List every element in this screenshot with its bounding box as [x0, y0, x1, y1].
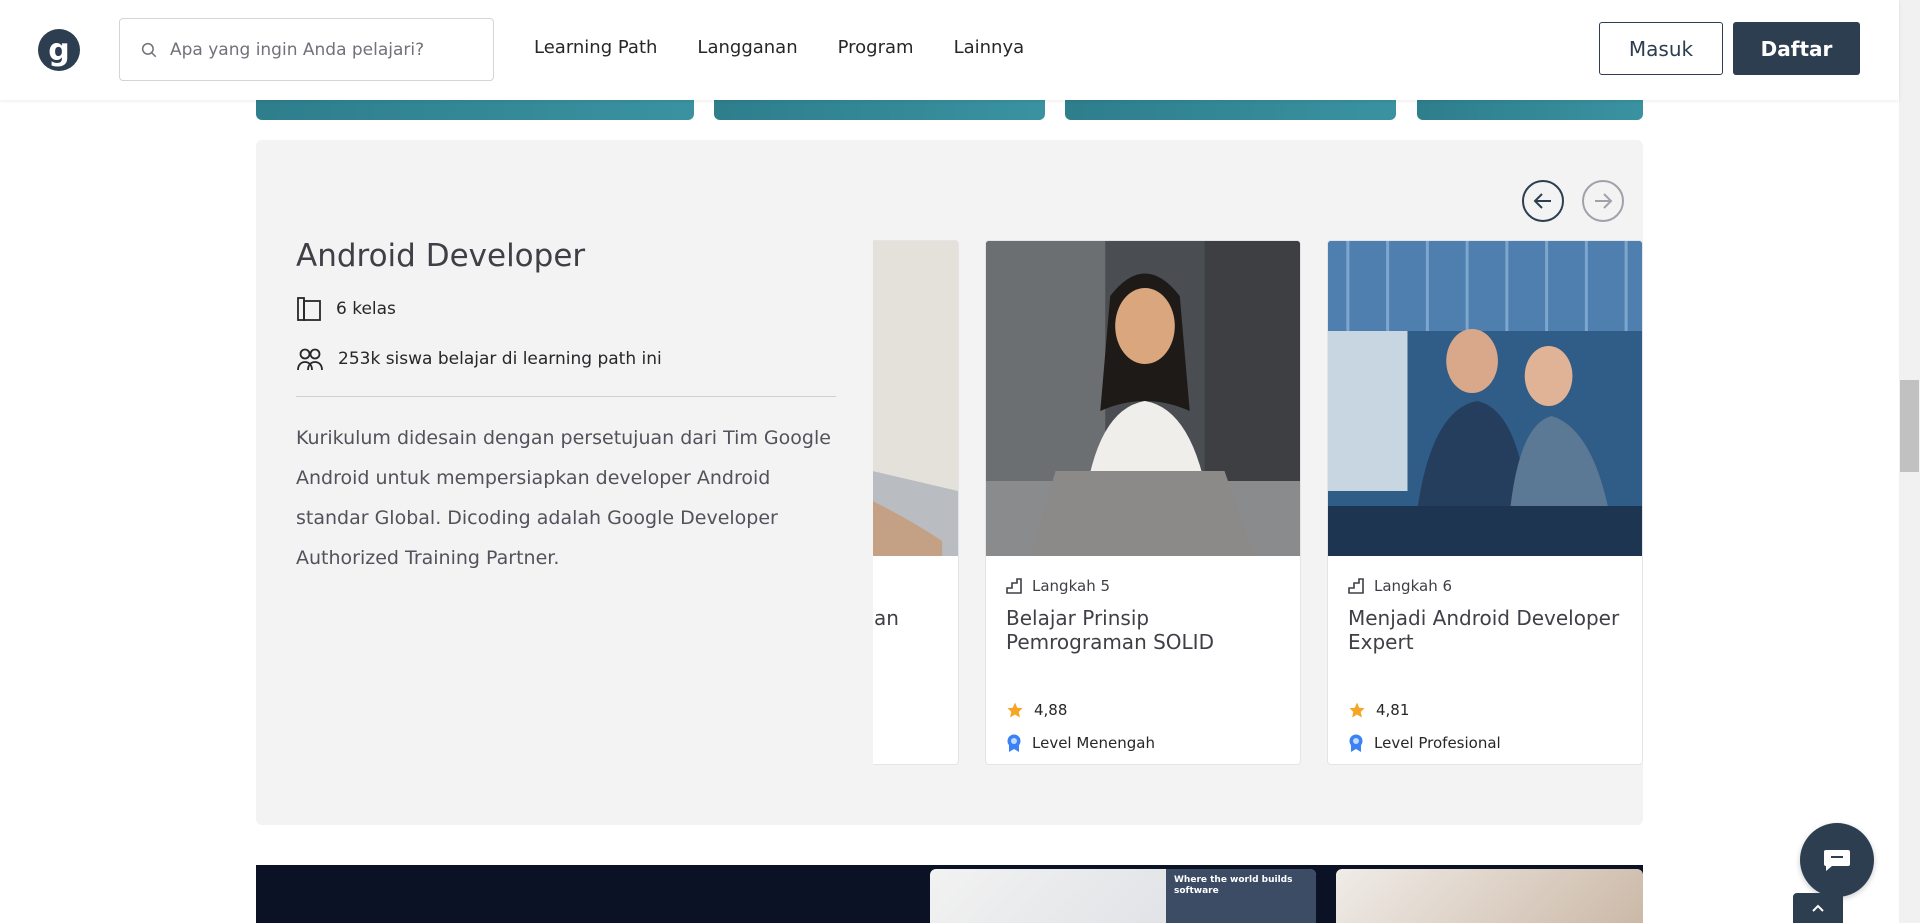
chevron-up-icon: [1812, 904, 1824, 912]
learning-path-description: Kurikulum didesain dengan persetujuan da…: [296, 427, 831, 569]
star-icon: [1349, 702, 1365, 718]
nav-program[interactable]: Program: [838, 37, 914, 58]
dicoding-logo[interactable]: g: [38, 29, 80, 71]
student-count-text: 253k siswa belajar di learning path ini: [338, 349, 662, 369]
users-icon: [297, 348, 323, 371]
divider: [296, 396, 836, 397]
stairs-icon: [1006, 578, 1022, 594]
learning-path-panel: Android Developer 6 kelas 253k siswa bel…: [256, 140, 1643, 825]
course-card-image: [1328, 241, 1642, 556]
main-nav: Learning Path Langganan Program Lainnya: [534, 37, 1024, 58]
student-count: 253k siswa belajar di learning path ini: [296, 346, 662, 372]
search-box[interactable]: [119, 18, 494, 81]
course-level-text: Level Menengah: [1032, 734, 1155, 752]
course-step-text: Langkah 6: [1374, 577, 1453, 595]
course-card-title[interactable]: Menjadi Android Developer Expert: [1348, 606, 1628, 654]
course-rating-value: 4,88: [1034, 701, 1068, 719]
chat-button[interactable]: [1800, 823, 1874, 897]
logo-glyph: g: [48, 32, 70, 68]
banner-thumbnail-text: Where the world builds software: [1166, 869, 1316, 923]
register-button[interactable]: Daftar: [1733, 22, 1860, 75]
search-input[interactable]: [170, 39, 470, 60]
banner-thumbnail[interactable]: Where the world builds software: [930, 869, 1316, 923]
course-card[interactable]: an: [873, 240, 959, 765]
arrow-left-icon: [1533, 193, 1551, 209]
page: g Learning Path Langganan Program Lainny…: [0, 0, 1920, 923]
course-card-title: an: [874, 606, 899, 630]
chat-icon: [1824, 850, 1850, 871]
class-count: 6 kelas: [296, 296, 396, 322]
class-count-text: 6 kelas: [336, 299, 396, 319]
course-rating: 4,81: [1348, 701, 1409, 719]
learning-path-title[interactable]: Android Developer: [296, 238, 585, 274]
scroll-to-top-button[interactable]: [1793, 893, 1843, 923]
top-navbar: g Learning Path Langganan Program Lainny…: [0, 0, 1899, 100]
course-carousel: an Langkah 5 Belajar Prinsip Pemrograman…: [873, 240, 1643, 765]
nav-langganan[interactable]: Langganan: [697, 37, 797, 58]
books-icon: [297, 297, 321, 321]
course-step-text: Langkah 5: [1032, 577, 1111, 595]
course-rating-value: 4,81: [1376, 701, 1410, 719]
course-card-title[interactable]: Belajar Prinsip Pemrograman SOLID: [1006, 606, 1286, 654]
carousel-prev-button[interactable]: [1522, 180, 1564, 222]
course-card-image: [986, 241, 1300, 556]
course-rating: 4,88: [1006, 701, 1067, 719]
banner-thumbnail[interactable]: [1336, 869, 1643, 923]
nav-lainnya[interactable]: Lainnya: [954, 37, 1025, 58]
nav-learning-path[interactable]: Learning Path: [534, 37, 657, 58]
arrow-right-icon: [1595, 193, 1613, 209]
scrollbar-thumb[interactable]: [1900, 380, 1919, 472]
login-button[interactable]: Masuk: [1599, 22, 1723, 75]
course-step: Langkah 5: [1006, 577, 1110, 595]
course-step: Langkah 6: [1348, 577, 1452, 595]
course-level-text: Level Profesional: [1374, 734, 1501, 752]
carousel-next-button[interactable]: [1582, 180, 1624, 222]
course-card[interactable]: Langkah 5 Belajar Prinsip Pemrograman SO…: [985, 240, 1301, 765]
level-badge-icon: [1007, 734, 1021, 752]
search-icon: [141, 42, 157, 57]
level-badge-icon: [1349, 734, 1363, 752]
star-icon: [1007, 702, 1023, 718]
stairs-icon: [1348, 578, 1364, 594]
course-card-image: [873, 241, 958, 556]
course-level: Level Menengah: [1006, 734, 1155, 752]
course-card[interactable]: Langkah 6 Menjadi Android Developer Expe…: [1327, 240, 1643, 765]
course-level: Level Profesional: [1348, 734, 1501, 752]
